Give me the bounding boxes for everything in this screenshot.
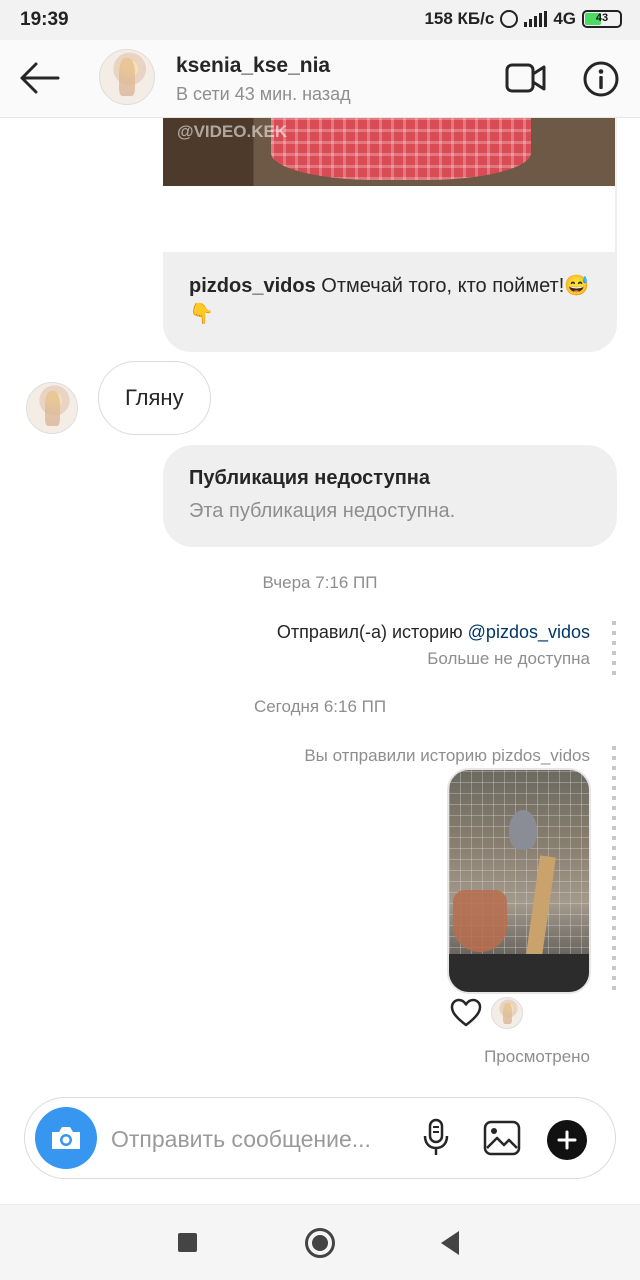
network-type: 4G [553, 9, 576, 28]
video-call-icon[interactable] [505, 62, 547, 94]
message-timestamp: Вчера 7:16 ПП [262, 573, 378, 592]
signal-icon [524, 11, 548, 27]
gallery-icon[interactable] [483, 1120, 521, 1156]
thread-divider [612, 621, 616, 675]
camera-button[interactable] [35, 1107, 97, 1169]
seen-status: Просмотрено [484, 1047, 590, 1066]
recent-apps-icon[interactable] [178, 1233, 197, 1252]
message-composer [24, 1097, 616, 1179]
message-timestamp: Сегодня 6:16 ПП [253, 697, 387, 716]
home-icon[interactable] [305, 1228, 335, 1258]
contact-presence: В сети 43 мин. назад [176, 84, 351, 104]
battery-icon: 43 [582, 10, 622, 28]
message-thread[interactable]: @VIDEO.KEK pizdos_vidos Отмечай того, кт… [0, 118, 640, 1090]
network-speed: 158 КБ/с [424, 9, 495, 28]
alarm-icon [500, 10, 519, 28]
incoming-message-bubble[interactable]: Гляну [98, 361, 211, 435]
more-options-button[interactable] [547, 1120, 587, 1160]
unavailable-post-message[interactable]: Публикация недоступна Эта публикация нед… [163, 445, 617, 547]
post-preview-image[interactable]: @VIDEO.KEK [163, 118, 615, 186]
story-reply-line: Отправил(-а) историю @pizdos_vidos [277, 622, 590, 643]
chat-header: ksenia_kse_nia В сети 43 мин. назад [0, 40, 640, 118]
story-mention-link[interactable]: @pizdos_vidos [468, 622, 590, 642]
status-indicators: 158 КБ/с 4G 43 [424, 9, 622, 29]
microphone-icon[interactable] [421, 1118, 451, 1158]
status-time: 19:39 [20, 9, 69, 30]
heart-icon[interactable] [450, 998, 482, 1028]
thread-divider [612, 746, 616, 996]
message-input[interactable] [111, 1122, 411, 1156]
story-unavailable-note: Больше не доступна [427, 649, 590, 668]
battery-level: 43 [595, 12, 609, 24]
unavailable-title: Публикация недоступна [189, 467, 430, 489]
post-watermark: @VIDEO.KEK [177, 122, 288, 141]
post-caption: pizdos_vidos Отмечай того, кто поймет!😅👇 [189, 272, 599, 328]
info-icon[interactable] [582, 60, 620, 98]
plus-icon [557, 1130, 577, 1150]
story-reply-prefix: Отправил(-а) историю [276, 622, 463, 642]
arrow-left-icon[interactable] [18, 60, 60, 96]
story-thumbnail[interactable] [447, 768, 591, 994]
sender-avatar[interactable] [26, 382, 78, 434]
shared-post-message[interactable]: @VIDEO.KEK pizdos_vidos Отмечай того, кт… [163, 118, 617, 352]
reaction-avatar [491, 997, 523, 1029]
unavailable-subtitle: Эта публикация недоступна. [189, 500, 456, 522]
camera-icon [52, 1127, 80, 1149]
sent-story-label: Вы отправили историю pizdos_vidos [304, 746, 590, 765]
contact-username[interactable]: ksenia_kse_nia [176, 54, 330, 78]
status-bar: 19:39 158 КБ/с 4G 43 [0, 0, 640, 40]
system-navigation-bar [0, 1204, 640, 1280]
contact-avatar[interactable] [99, 49, 155, 105]
back-icon[interactable] [441, 1231, 459, 1255]
post-author[interactable]: pizdos_vidos [189, 275, 316, 297]
